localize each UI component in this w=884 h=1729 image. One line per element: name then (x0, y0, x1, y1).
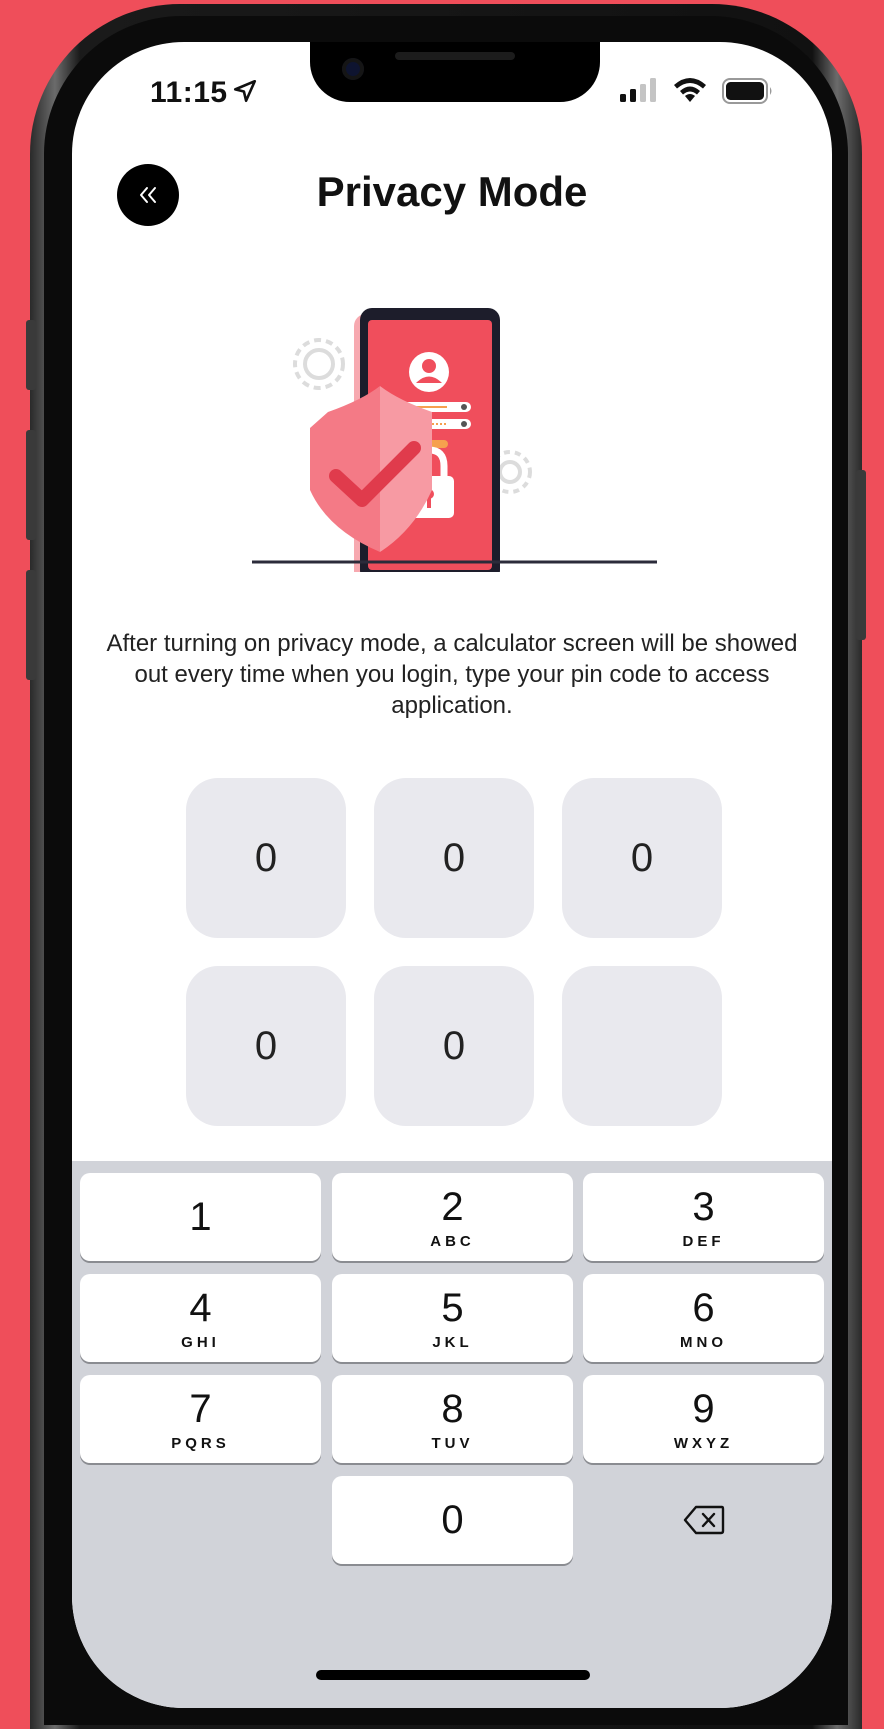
wifi-icon (674, 78, 706, 102)
key-letters: DEF (682, 1233, 725, 1250)
key-number: 1 (189, 1195, 212, 1239)
key-8[interactable]: 8 TUV (332, 1375, 573, 1463)
key-6[interactable]: 6 MNO (583, 1274, 824, 1362)
delete-key[interactable] (583, 1476, 824, 1564)
pin-digit-box[interactable]: 0 (374, 966, 534, 1126)
key-2[interactable]: 2 ABC (332, 1173, 573, 1261)
numeric-keypad: 1 2 ABC 3 DEF 4 GHI 5 JKL 6 MNO 7 PQRS 8… (72, 1161, 832, 1708)
key-7[interactable]: 7 PQRS (80, 1375, 321, 1463)
location-arrow-icon (233, 79, 257, 103)
key-4[interactable]: 4 GHI (80, 1274, 321, 1362)
phone-screen: 11:15 Privacy Mode After turning on priv… (72, 42, 832, 1708)
home-indicator[interactable] (316, 1670, 590, 1680)
backspace-icon (683, 1505, 724, 1535)
key-letters: WXYZ (673, 1435, 734, 1452)
status-time: 11:15 (150, 76, 228, 109)
key-5[interactable]: 5 JKL (332, 1274, 573, 1362)
key-letters: MNO (680, 1334, 727, 1351)
key-letters: PQRS (171, 1435, 230, 1452)
key-letters: JKL (432, 1334, 473, 1351)
privacy-description: After turning on privacy mode, a calcula… (106, 630, 798, 719)
pin-digit-box[interactable]: 0 (186, 778, 346, 938)
notch (310, 42, 600, 102)
side-button-volume-down (26, 570, 36, 680)
pin-digit-box[interactable]: 0 (374, 778, 534, 938)
side-button-silent (26, 320, 36, 390)
key-9[interactable]: 9 WXYZ (583, 1375, 824, 1463)
gear-icon (293, 338, 345, 390)
key-number: 0 (441, 1498, 464, 1542)
page-title: Privacy Mode (316, 168, 588, 215)
privacy-illustration (252, 308, 657, 572)
pin-digit-box-active[interactable] (562, 966, 722, 1126)
key-number: 9 (692, 1387, 715, 1431)
pin-digit-box[interactable]: 0 (186, 966, 346, 1126)
pin-digit-box[interactable]: 0 (562, 778, 722, 938)
speaker (395, 52, 515, 60)
battery-icon (722, 78, 772, 104)
key-number: 4 (189, 1286, 212, 1330)
key-number: 3 (692, 1185, 715, 1229)
front-camera (342, 58, 364, 80)
cellular-signal-icon (620, 78, 656, 102)
key-1[interactable]: 1 (80, 1173, 321, 1261)
key-number: 8 (441, 1387, 464, 1431)
side-button-volume-up (26, 430, 36, 540)
side-button-power (856, 470, 866, 640)
key-number: 7 (189, 1387, 212, 1431)
key-number: 2 (441, 1185, 464, 1229)
key-number: 6 (692, 1286, 715, 1330)
key-number: 5 (441, 1286, 464, 1330)
key-3[interactable]: 3 DEF (583, 1173, 824, 1261)
key-0[interactable]: 0 (332, 1476, 573, 1564)
key-letters: GHI (181, 1334, 220, 1351)
key-letters: ABC (430, 1233, 475, 1250)
key-letters: TUV (431, 1435, 474, 1452)
